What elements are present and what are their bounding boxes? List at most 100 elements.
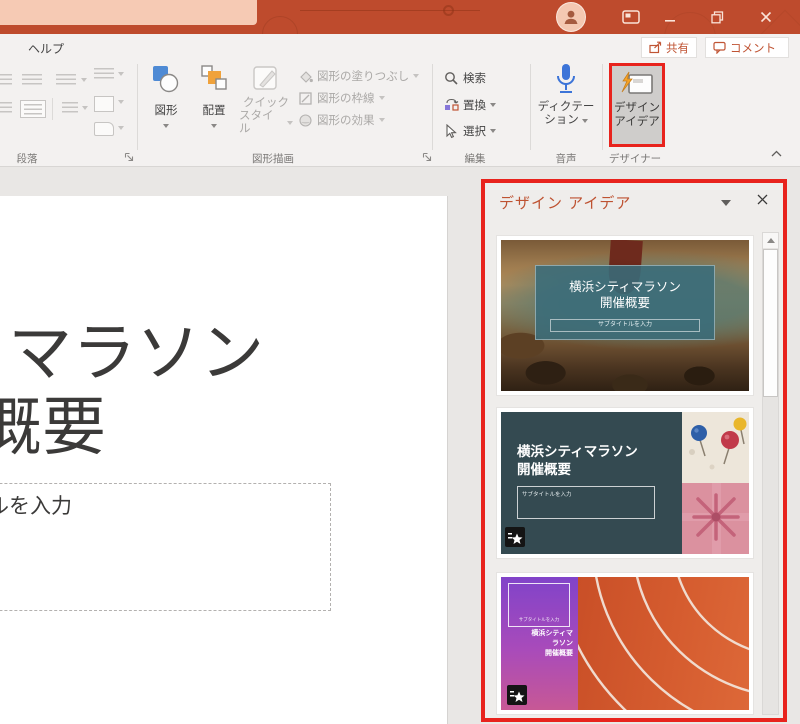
star-icon — [511, 533, 523, 545]
slide-subtitle-placeholder[interactable]: サブタイトルを入力 — [0, 483, 331, 611]
dropdown-caret-icon — [118, 72, 124, 76]
thumbnail3-title-placeholder: サブタイトルを入力 — [508, 583, 570, 627]
close-window-button[interactable] — [756, 8, 776, 26]
replace-label: 置換 — [463, 97, 486, 113]
paint-bucket-icon — [298, 69, 313, 84]
pane-title: デザイン アイデア — [499, 192, 631, 213]
scrollbar-thumb[interactable] — [763, 249, 778, 397]
annotation-box-design-ideas — [609, 63, 665, 147]
collapse-ribbon-icon[interactable] — [770, 149, 783, 158]
group-label-drawing: 図形描画 — [130, 151, 416, 166]
columns-icon[interactable] — [20, 100, 46, 118]
ribbon-display-icon — [622, 10, 640, 24]
numbered-list-icon[interactable] — [22, 74, 42, 86]
align-icon[interactable] — [0, 102, 12, 114]
close-icon — [760, 11, 772, 23]
divider — [52, 98, 53, 120]
push-pins-icon — [682, 412, 749, 483]
shapes-icon — [151, 64, 181, 96]
group-label-voice: 音声 — [532, 151, 600, 166]
design-thumbnail-3[interactable]: サブタイトルを入力 横浜シティマ ラソン 開催概要 — [497, 573, 753, 714]
slide-title-line1: 横浜シティマラソン — [0, 316, 278, 390]
cursor-icon — [444, 124, 459, 139]
scrollbar-up-button[interactable] — [763, 233, 778, 248]
share-icon — [649, 41, 662, 54]
titlebar-decor-knob — [443, 5, 454, 16]
find-button[interactable]: 検索 — [444, 70, 486, 86]
shape-outline-label: 図形の枠線 — [317, 90, 375, 106]
group-label-editing: 編集 — [438, 151, 512, 166]
arrange-icon — [199, 64, 229, 96]
thumbnail3-title: 横浜シティマ ラソン 開催概要 — [531, 629, 573, 659]
find-label: 検索 — [463, 70, 486, 86]
ribbon-tab-row: ヘルプ 共有 コメント — [0, 34, 800, 60]
restore-button[interactable] — [708, 8, 726, 26]
dropdown-caret-icon — [490, 129, 496, 133]
thumbnail3-caption: サブタイトルを入力 — [509, 617, 569, 623]
tab-help[interactable]: ヘルプ — [28, 40, 64, 57]
comments-button[interactable]: コメント — [705, 37, 789, 58]
dropdown-caret-icon — [582, 119, 588, 123]
dropdown-caret-icon — [81, 78, 87, 82]
replace-button[interactable]: 置換 — [444, 97, 496, 113]
thumbnail2-pins-photo — [682, 412, 749, 483]
arrow-up-icon — [767, 238, 775, 243]
quick-styles-label-2: スタイル — [239, 110, 284, 136]
design-thumbnail-1[interactable]: 横浜シティマラソン 開催概要 サブタイトルを入力 — [497, 236, 753, 395]
shapes-button[interactable]: 図形 — [143, 64, 189, 128]
indent-icon[interactable] — [56, 74, 76, 86]
select-button[interactable]: 選択 — [444, 123, 496, 139]
dropdown-caret-icon — [413, 74, 419, 78]
dropdown-caret-icon — [379, 118, 385, 122]
pane-menu-chevron-icon[interactable] — [721, 200, 731, 206]
ribbon-display-options-button[interactable] — [620, 8, 642, 26]
dictate-label-2: ション — [544, 114, 579, 127]
shape-effects-label: 図形の効果 — [317, 112, 375, 128]
arrange-button[interactable]: 配置 — [191, 64, 237, 128]
dropdown-caret-icon — [118, 126, 124, 130]
account-avatar[interactable] — [556, 2, 586, 32]
group-separator — [432, 64, 433, 150]
dropdown-caret-icon — [163, 124, 169, 128]
shape-effects-button[interactable]: 図形の効果 — [298, 112, 385, 128]
dropdown-caret-icon — [379, 96, 385, 100]
thumbnail3-track-photo — [578, 577, 749, 710]
dictate-button[interactable]: ディクテー ション — [532, 62, 600, 127]
dropdown-caret-icon — [490, 103, 496, 107]
arrange-label: 配置 — [203, 102, 226, 118]
dropdown-caret-icon — [211, 124, 217, 128]
bullet-list-icon[interactable] — [0, 74, 12, 86]
dialog-launcher-icon[interactable] — [422, 152, 432, 162]
design-thumbnail-2[interactable]: 横浜シティマラソン 開催概要 サブタイトルを入力 — [497, 408, 753, 558]
shape-outline-button[interactable]: 図形の枠線 — [298, 90, 385, 106]
shape-fill-button[interactable]: 図形の塗りつぶし — [298, 68, 419, 84]
thumbnail3-left-panel: サブタイトルを入力 横浜シティマ ラソン 開催概要 — [501, 577, 578, 710]
text-direction-icon[interactable] — [94, 96, 114, 112]
thumbnail1-title-panel: 横浜シティマラソン 開催概要 サブタイトルを入力 — [535, 265, 715, 340]
titlebar-highlight-rect — [0, 0, 257, 25]
slide-canvas[interactable]: 横浜シティマラソン 開催概要 サブタイトルを入力 — [0, 196, 448, 724]
person-icon — [562, 8, 580, 26]
shape-fill-label: 図形の塗りつぶし — [317, 68, 409, 84]
line-spacing-icon[interactable] — [94, 68, 114, 80]
text-align-icon[interactable] — [62, 102, 78, 114]
convert-smartart-icon[interactable] — [94, 122, 114, 136]
pane-scrollbar[interactable] — [762, 232, 779, 715]
minimize-button[interactable] — [661, 8, 679, 26]
select-label: 選択 — [463, 123, 486, 139]
dictate-label-1: ディクテー — [538, 101, 595, 114]
comment-icon — [713, 41, 726, 54]
quick-styles-icon — [251, 64, 281, 94]
quick-styles-button[interactable]: クイック スタイル — [239, 64, 293, 136]
slide-title-text[interactable]: 横浜シティマラソン 開催概要 — [0, 316, 278, 464]
star-icon — [513, 691, 525, 703]
restore-icon — [711, 11, 724, 24]
shapes-label: 図形 — [155, 102, 178, 118]
ribbon: 段落 図形 配置 — [0, 60, 800, 167]
pane-close-icon[interactable] — [756, 193, 769, 206]
thumbnail3-title-line3: 開催概要 — [531, 649, 573, 659]
thumbnail3-title-line1: 横浜シティマ — [531, 629, 573, 639]
minimize-icon — [664, 11, 676, 23]
share-button[interactable]: 共有 — [641, 37, 697, 58]
group-separator — [602, 64, 603, 150]
